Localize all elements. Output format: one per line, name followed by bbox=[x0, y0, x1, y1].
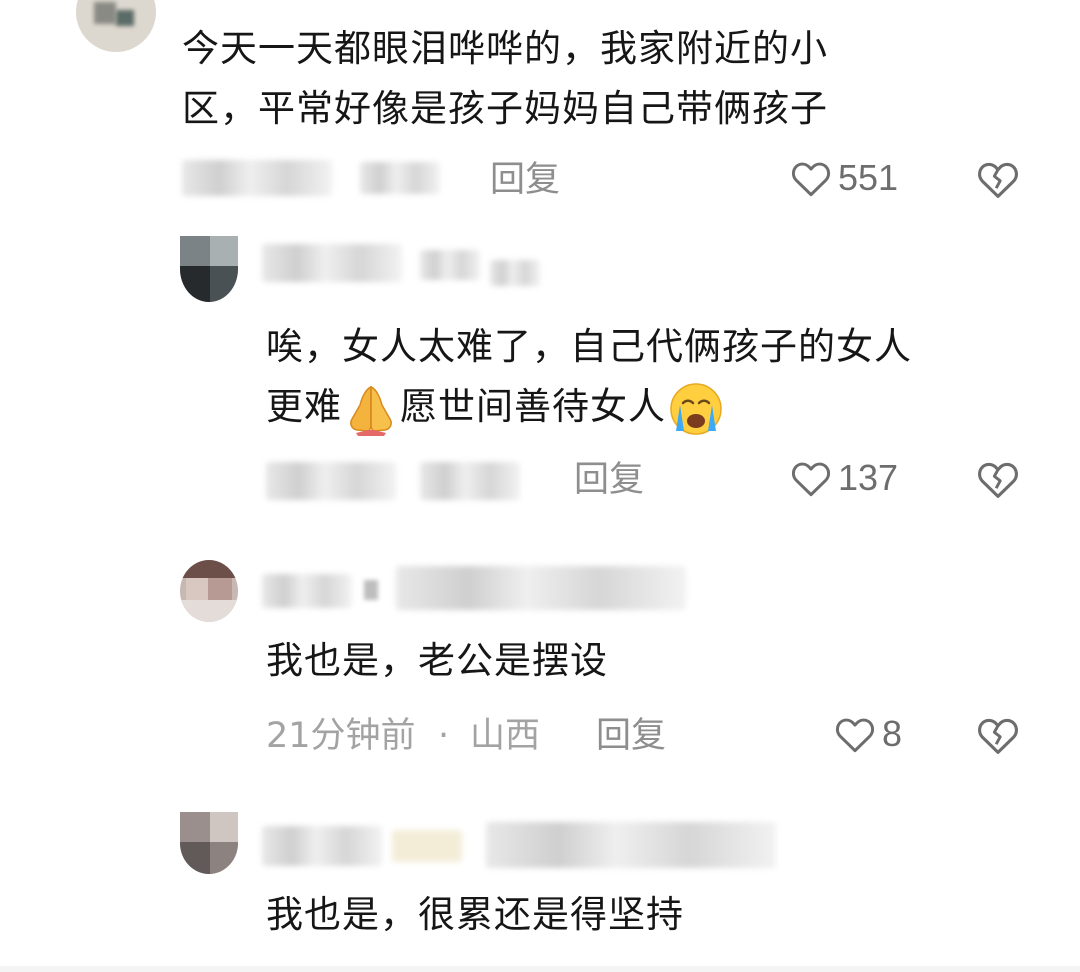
broken-heart-icon[interactable] bbox=[976, 458, 1020, 500]
comment-text: 唉，女人太难了，自己代俩孩子的女人 bbox=[266, 325, 912, 368]
comment-text: 区，平常好像是孩子妈妈自己带俩孩子 bbox=[182, 87, 828, 130]
like-count: 551 bbox=[838, 157, 899, 198]
heart-outline-icon bbox=[791, 462, 831, 497]
comment-text: 我也是，老公是摆设 bbox=[266, 639, 608, 682]
bottom-divider bbox=[0, 966, 1080, 972]
like-button[interactable]: 551 bbox=[790, 158, 898, 198]
like-button[interactable]: 137 bbox=[790, 458, 898, 498]
heart-outline-icon bbox=[835, 718, 875, 753]
like-button[interactable]: 8 bbox=[834, 714, 902, 754]
avatar[interactable] bbox=[180, 236, 238, 302]
avatar[interactable] bbox=[180, 560, 238, 622]
comment-location: 山西 bbox=[470, 716, 541, 756]
avatar[interactable] bbox=[180, 812, 238, 874]
folded-hands-emoji bbox=[350, 385, 392, 436]
heart-outline-icon bbox=[791, 162, 831, 197]
reply-button[interactable]: 回复 bbox=[596, 716, 666, 756]
reply-button[interactable]: 回复 bbox=[490, 160, 560, 200]
comment-text: 今天一天都眼泪哗哗的，我家附近的小 bbox=[182, 27, 828, 70]
broken-heart-icon[interactable] bbox=[976, 158, 1020, 200]
comment-time: 21分钟前 bbox=[266, 716, 416, 756]
reply-button[interactable]: 回复 bbox=[574, 460, 644, 500]
like-count: 8 bbox=[882, 713, 903, 754]
crying-face-emoji bbox=[670, 382, 722, 435]
comment-text-line2: 更难 愿世间善待女人 bbox=[266, 378, 726, 437]
broken-heart-icon[interactable] bbox=[976, 714, 1020, 756]
meta-separator: · bbox=[438, 716, 450, 756]
comment-text: 我也是，很累还是得坚持 bbox=[266, 893, 684, 936]
avatar[interactable] bbox=[76, 0, 156, 52]
comment-text-segment: 更难 bbox=[266, 385, 342, 428]
like-count: 137 bbox=[838, 457, 899, 498]
comment-text-segment: 愿世间善待女人 bbox=[400, 385, 666, 428]
